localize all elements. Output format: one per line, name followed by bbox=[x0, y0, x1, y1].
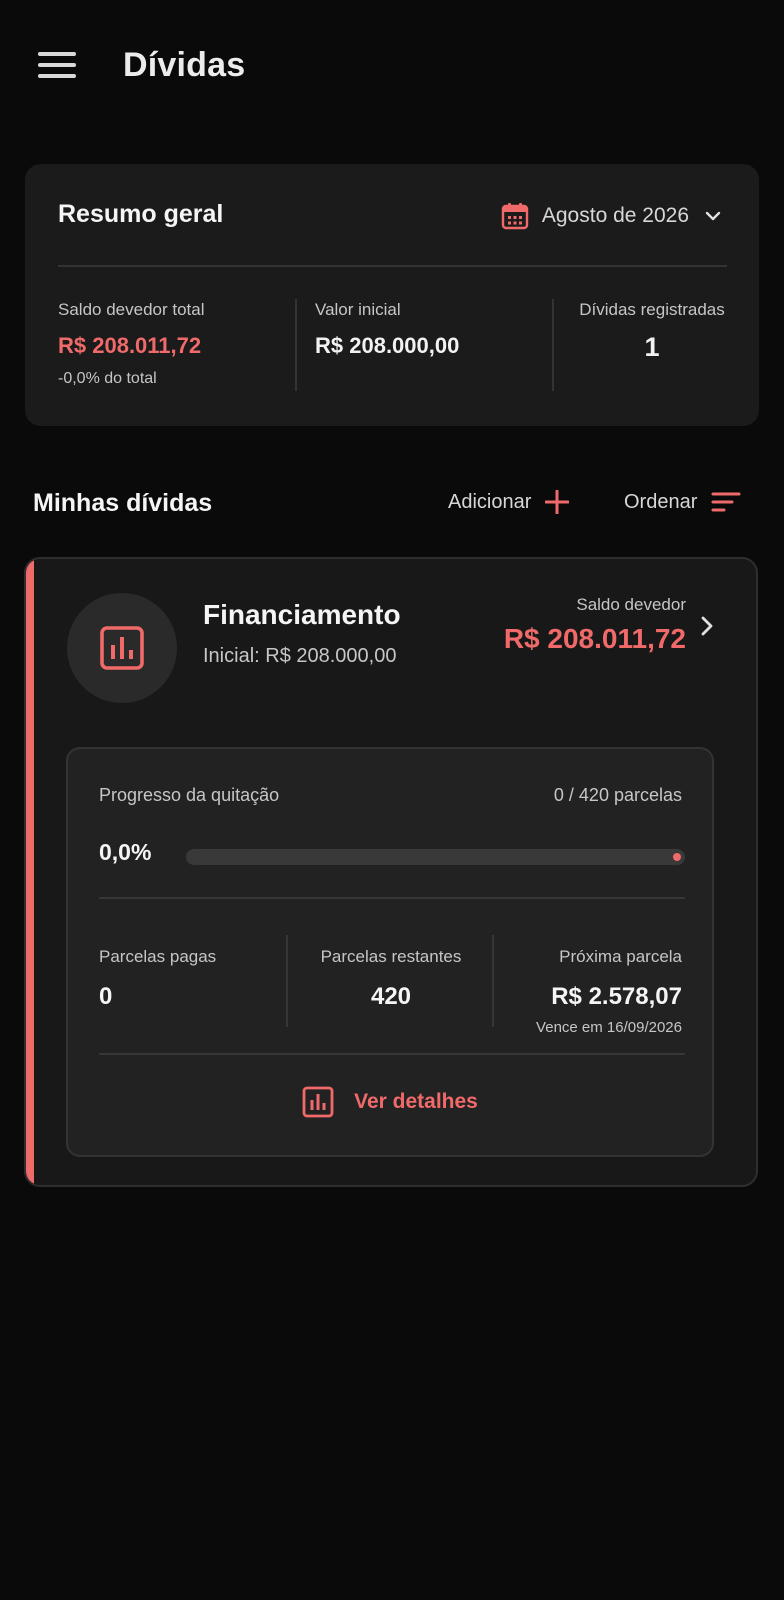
panel-divider bbox=[99, 1053, 685, 1055]
menu-icon[interactable] bbox=[36, 48, 78, 82]
debt-initial-value: Inicial: R$ 208.000,00 bbox=[203, 645, 397, 667]
remaining-value: 420 bbox=[370, 983, 412, 1010]
registered-label: Dívidas registradas bbox=[579, 300, 725, 319]
bar-chart-icon bbox=[302, 1086, 334, 1118]
remaining-label: Parcelas restantes bbox=[320, 947, 462, 966]
panel-separator bbox=[286, 935, 288, 1027]
progress-label: Progresso da quitação bbox=[99, 785, 280, 805]
summary-title: Resumo geral bbox=[58, 200, 224, 228]
panel-separator bbox=[492, 935, 494, 1027]
view-details-label: Ver detalhes bbox=[354, 1090, 478, 1113]
panel-divider bbox=[99, 897, 685, 899]
summary-separator bbox=[552, 299, 554, 391]
initial-value-stat: Valor inicial R$ 208.000,00 bbox=[315, 300, 459, 359]
summary-separator bbox=[295, 299, 297, 391]
progress-bar bbox=[186, 849, 685, 865]
chevron-down-icon bbox=[705, 211, 721, 221]
accent-bar bbox=[26, 559, 34, 1185]
next-label: Próxima parcela bbox=[559, 947, 682, 966]
total-balance-label: Saldo devedor total bbox=[58, 300, 205, 319]
progress-panel: Progresso da quitação 0 / 420 parcelas 0… bbox=[66, 747, 714, 1157]
total-balance-value: R$ 208.011,72 bbox=[58, 333, 202, 358]
month-label: Agosto de 2026 bbox=[541, 204, 689, 227]
summary-divider bbox=[58, 265, 727, 267]
paid-value: 0 bbox=[99, 983, 113, 1010]
initial-value-value: R$ 208.000,00 bbox=[315, 333, 460, 358]
total-balance-stat: Saldo devedor total R$ 208.011,72 -0,0% … bbox=[58, 300, 205, 388]
month-picker[interactable]: Agosto de 2026 bbox=[501, 200, 723, 232]
section-title: Minhas dívidas bbox=[33, 489, 213, 517]
debt-balance-label: Saldo devedor bbox=[576, 595, 686, 614]
calendar-icon bbox=[501, 203, 529, 230]
paid-label: Parcelas pagas bbox=[99, 947, 217, 966]
paid-installments-stat: Parcelas pagas 0 bbox=[99, 947, 216, 1011]
installment-count: 0 / 420 parcelas bbox=[553, 785, 682, 805]
registered-stat: Dívidas registradas 1 bbox=[572, 300, 732, 363]
next-installment-stat: Próxima parcela R$ 2.578,07 Vence em 16/… bbox=[536, 947, 682, 1036]
progress-dot bbox=[673, 853, 681, 861]
chevron-right-icon[interactable] bbox=[694, 613, 720, 639]
initial-value-label: Valor inicial bbox=[315, 300, 401, 319]
view-details-button[interactable]: Ver detalhes bbox=[68, 1085, 712, 1119]
remaining-installments-stat: Parcelas restantes 420 bbox=[306, 947, 476, 1011]
next-due-date: Vence em 16/09/2026 bbox=[536, 1019, 682, 1036]
app-bar: Dívidas bbox=[0, 0, 784, 135]
debt-card[interactable]: Financiamento Inicial: R$ 208.000,00 Sal… bbox=[24, 557, 758, 1187]
bar-chart-icon bbox=[100, 626, 144, 670]
registered-value: 1 bbox=[644, 332, 660, 362]
add-debt-button[interactable]: Adicionar bbox=[448, 486, 570, 518]
next-value: R$ 2.578,07 bbox=[551, 983, 682, 1010]
sort-icon bbox=[711, 492, 741, 512]
progress-percent: 0,0% bbox=[99, 839, 152, 865]
debt-name: Financiamento bbox=[203, 599, 401, 630]
debt-avatar bbox=[67, 593, 177, 703]
plus-icon bbox=[545, 490, 570, 514]
sort-label: Ordenar bbox=[624, 490, 698, 513]
summary-card: Resumo geral Agosto de 2026 Saldo devedo… bbox=[25, 164, 759, 426]
add-label: Adicionar bbox=[448, 490, 532, 513]
debt-balance-value: R$ 208.011,72 bbox=[503, 623, 686, 654]
total-balance-sub: -0,0% do total bbox=[58, 370, 157, 387]
page-title: Dívidas bbox=[123, 46, 246, 84]
sort-button[interactable]: Ordenar bbox=[624, 486, 741, 518]
